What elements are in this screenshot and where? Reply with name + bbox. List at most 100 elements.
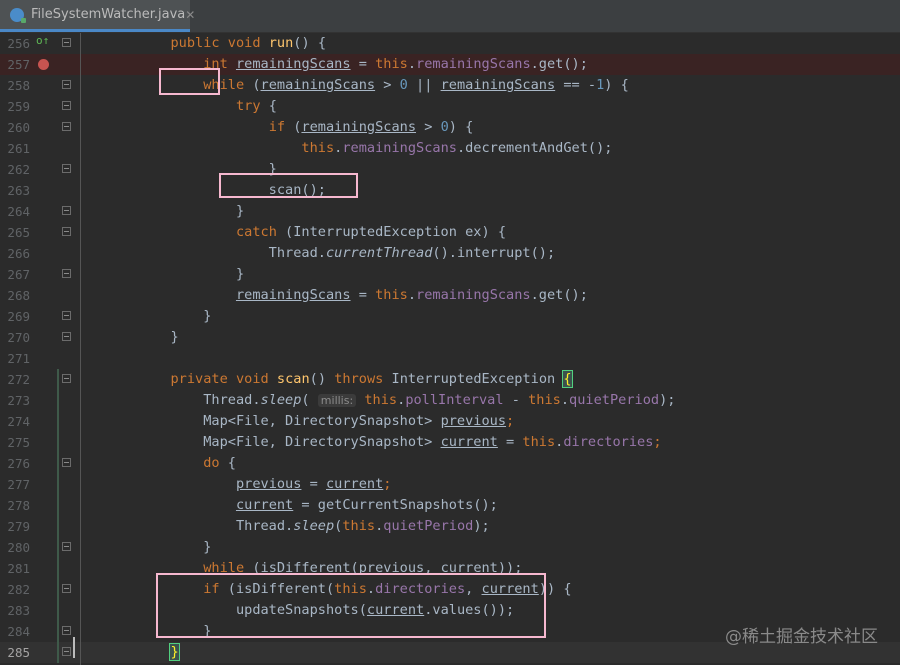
code-line[interactable]: 257 int remainingScans = this.remainingS…: [0, 54, 900, 75]
line-number[interactable]: 257: [0, 54, 30, 75]
line-number[interactable]: 283: [0, 600, 30, 621]
implements-method-icon[interactable]: o↑: [36, 34, 49, 47]
text-caret: [73, 637, 75, 658]
line-number[interactable]: 276: [0, 453, 30, 474]
code-text: remainingScans = this.remainingScans.get…: [235, 287, 588, 303]
fold-toggle-icon[interactable]: [62, 227, 71, 236]
line-number[interactable]: 271: [0, 348, 30, 369]
line-number[interactable]: 270: [0, 327, 30, 348]
line-number[interactable]: 268: [0, 285, 30, 306]
fold-toggle-icon[interactable]: [62, 458, 71, 467]
line-number[interactable]: 259: [0, 96, 30, 117]
code-line[interactable]: 269 }: [0, 306, 900, 327]
code-text: Map<File, DirectorySnapshot> previous;: [105, 413, 515, 429]
fold-toggle-icon[interactable]: [62, 164, 71, 173]
line-number[interactable]: 265: [0, 222, 30, 243]
code-line[interactable]: 279 Thread.sleep(this.quietPeriod);: [0, 516, 900, 537]
line-number[interactable]: 263: [0, 180, 30, 201]
line-number[interactable]: 281: [0, 558, 30, 579]
code-line[interactable]: 263 scan();: [0, 180, 900, 201]
code-line[interactable]: 260 if (remainingScans > 0) {: [0, 117, 900, 138]
code-text: previous = current;: [235, 476, 392, 492]
code-text: int remainingScans = this.remainingScans…: [203, 56, 588, 72]
code-text: if (remainingScans > 0) {: [268, 119, 474, 135]
code-text: }: [105, 266, 245, 282]
fold-toggle-icon[interactable]: [62, 269, 71, 278]
code-line[interactable]: 270 }: [0, 327, 900, 348]
code-line[interactable]: 262 }: [0, 159, 900, 180]
line-number[interactable]: 277: [0, 474, 30, 495]
fold-toggle-icon[interactable]: [62, 647, 71, 656]
fold-toggle-icon[interactable]: [62, 584, 71, 593]
code-text: }: [105, 623, 212, 639]
line-number[interactable]: 282: [0, 579, 30, 600]
line-number[interactable]: 264: [0, 201, 30, 222]
line-number[interactable]: 256: [0, 33, 30, 54]
line-number[interactable]: 258: [0, 75, 30, 96]
code-text: Thread.sleep( millis: this.pollInterval …: [105, 392, 676, 408]
line-number[interactable]: 267: [0, 264, 30, 285]
code-line[interactable]: 271: [0, 348, 900, 369]
code-text: while (isDifferent(previous, current));: [203, 560, 523, 576]
fold-toggle-icon[interactable]: [62, 206, 71, 215]
code-line[interactable]: 272 private void scan() throws Interrupt…: [0, 369, 900, 390]
close-tab-icon[interactable]: ✕: [185, 8, 195, 22]
editor-tab-bar: FileSystemWatcher.java ✕: [0, 0, 900, 33]
code-text: public void run() {: [170, 35, 327, 51]
java-class-icon: [10, 7, 26, 23]
line-number[interactable]: 278: [0, 495, 30, 516]
line-number[interactable]: 285: [0, 642, 30, 663]
fold-toggle-icon[interactable]: [62, 122, 71, 131]
fold-toggle-icon[interactable]: [62, 101, 71, 110]
line-number[interactable]: 279: [0, 516, 30, 537]
code-text: do {: [203, 455, 236, 471]
line-number[interactable]: 273: [0, 390, 30, 411]
code-line[interactable]: 264 }: [0, 201, 900, 222]
file-tab[interactable]: FileSystemWatcher.java ✕: [0, 0, 195, 32]
code-line[interactable]: 276 do {: [0, 453, 900, 474]
line-number[interactable]: 274: [0, 411, 30, 432]
fold-toggle-icon[interactable]: [62, 374, 71, 383]
code-line[interactable]: 282 if (isDifferent(this.directories, cu…: [0, 579, 900, 600]
line-number[interactable]: 260: [0, 117, 30, 138]
code-line[interactable]: 256 o↑ public void run() {: [0, 33, 900, 54]
code-line[interactable]: 259 try {: [0, 96, 900, 117]
line-number[interactable]: 262: [0, 159, 30, 180]
fold-toggle-icon[interactable]: [62, 38, 71, 47]
code-text: this.remainingScans.decrementAndGet();: [301, 140, 613, 156]
code-text: Thread.sleep(this.quietPeriod);: [105, 518, 490, 534]
code-line[interactable]: 277 previous = current;: [0, 474, 900, 495]
line-number[interactable]: 280: [0, 537, 30, 558]
line-number[interactable]: 272: [0, 369, 30, 390]
code-text: while (remainingScans > 0 || remainingSc…: [203, 77, 629, 93]
code-text: }: [105, 308, 212, 324]
code-line[interactable]: 283 updateSnapshots(current.values());: [0, 600, 900, 621]
code-line[interactable]: 266 Thread.currentThread().interrupt();: [0, 243, 900, 264]
line-number[interactable]: 266: [0, 243, 30, 264]
code-line[interactable]: 281 while (isDifferent(previous, current…: [0, 558, 900, 579]
code-line[interactable]: 278 current = getCurrentSnapshots();: [0, 495, 900, 516]
breakpoint-icon[interactable]: [38, 59, 49, 70]
code-text: scan();: [105, 182, 326, 198]
fold-toggle-icon[interactable]: [62, 80, 71, 89]
fold-toggle-icon[interactable]: [62, 332, 71, 341]
fold-toggle-icon[interactable]: [62, 311, 71, 320]
code-line[interactable]: 267 }: [0, 264, 900, 285]
line-number[interactable]: 275: [0, 432, 30, 453]
code-line[interactable]: 274 Map<File, DirectorySnapshot> previou…: [0, 411, 900, 432]
code-line[interactable]: 261 this.remainingScans.decrementAndGet(…: [0, 138, 900, 159]
line-number[interactable]: 261: [0, 138, 30, 159]
file-tab-label: FileSystemWatcher.java: [31, 7, 186, 22]
code-line[interactable]: 268 remainingScans = this.remainingScans…: [0, 285, 900, 306]
code-line[interactable]: 273 Thread.sleep( millis: this.pollInter…: [0, 390, 900, 411]
line-number[interactable]: 269: [0, 306, 30, 327]
fold-toggle-icon[interactable]: [62, 626, 71, 635]
code-line[interactable]: 280 }: [0, 537, 900, 558]
code-line[interactable]: 265 catch (InterruptedException ex) {: [0, 222, 900, 243]
code-line[interactable]: 258 while (remainingScans > 0 || remaini…: [0, 75, 900, 96]
fold-toggle-icon[interactable]: [62, 542, 71, 551]
code-text: }: [105, 539, 212, 555]
line-number[interactable]: 284: [0, 621, 30, 642]
code-line[interactable]: 275 Map<File, DirectorySnapshot> current…: [0, 432, 900, 453]
code-editor[interactable]: 256 o↑ public void run() { 257 int remaini…: [0, 33, 900, 665]
